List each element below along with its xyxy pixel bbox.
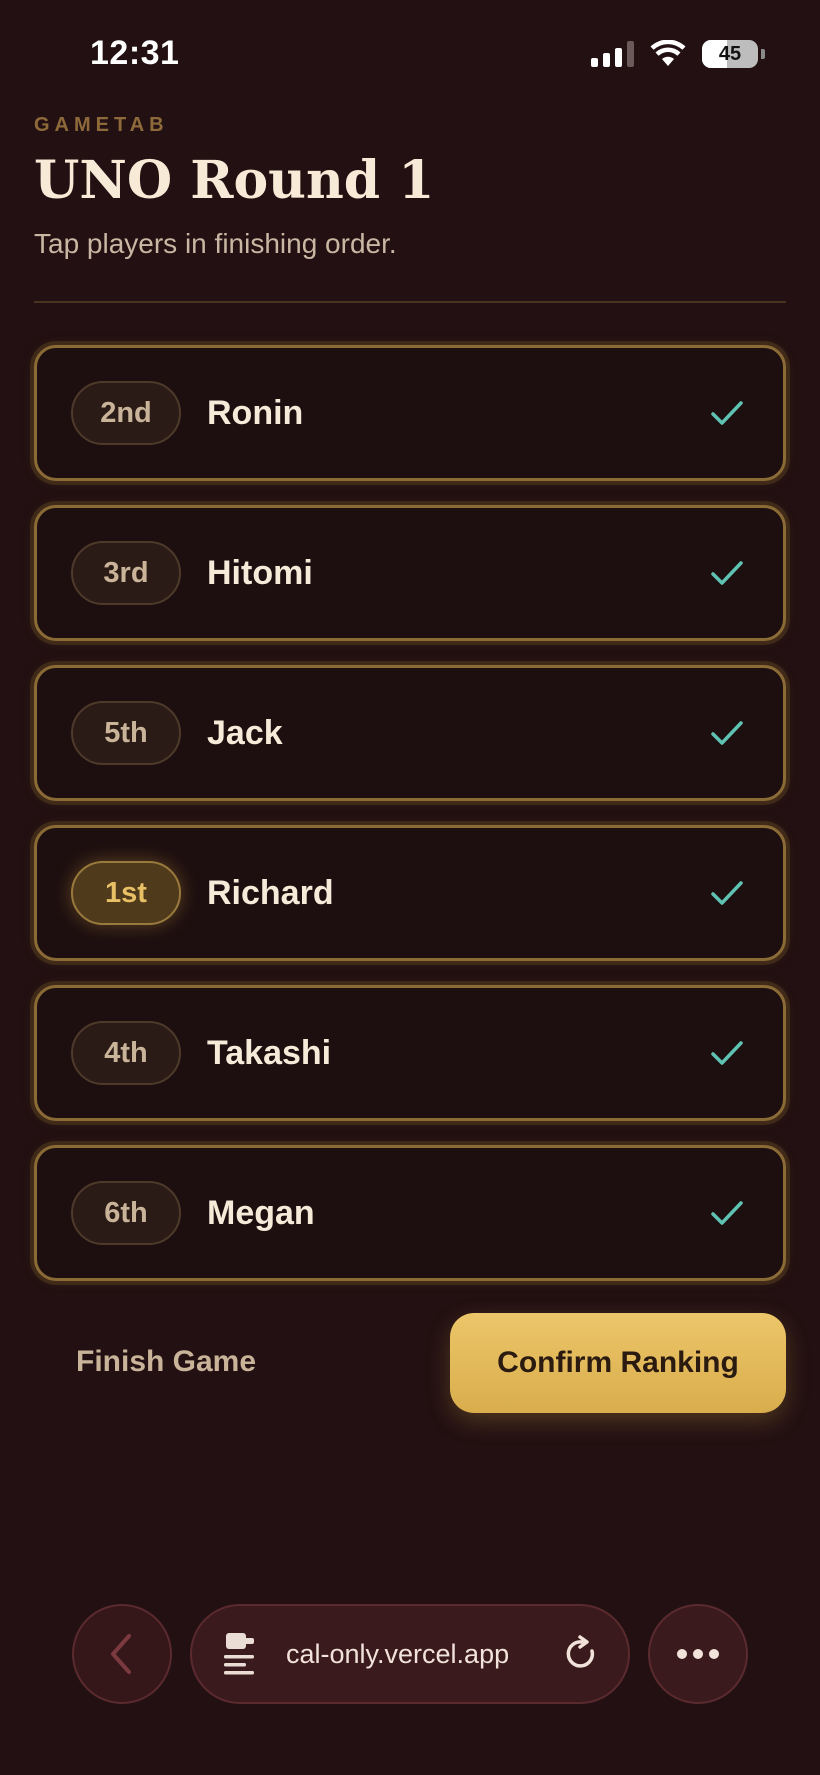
- battery-icon: 45: [702, 40, 765, 68]
- player-card-hitomi[interactable]: 3rd Hitomi: [34, 505, 786, 641]
- check-icon: [711, 1201, 743, 1225]
- player-name: Takashi: [207, 1033, 332, 1072]
- brand-label: GAMETAB: [34, 114, 169, 136]
- rank-badge: 4th: [71, 1021, 181, 1085]
- rank-badge: 3rd: [71, 541, 181, 605]
- player-name: Jack: [207, 713, 283, 752]
- header-divider: [34, 301, 786, 303]
- check-icon: [711, 881, 743, 905]
- check-icon: [711, 1041, 743, 1065]
- browser-more-button[interactable]: [648, 1604, 748, 1704]
- player-name: Ronin: [207, 393, 304, 432]
- rank-badge: 5th: [71, 701, 181, 765]
- rank-badge: 6th: [71, 1181, 181, 1245]
- status-time: 12:31: [90, 34, 180, 72]
- status-icons: 45: [591, 40, 765, 68]
- url-bar[interactable]: cal-only.vercel.app: [190, 1604, 630, 1704]
- page-subtitle: Tap players in finishing order.: [34, 228, 397, 259]
- player-list: 2nd Ronin 3rd Hitomi 5th Jack 1st Richar…: [34, 345, 786, 1281]
- rank-badge-first: 1st: [71, 861, 181, 925]
- signal-icon: [591, 41, 634, 67]
- app-screen: 12:31 45 GAMETAB UNO Round 1 Tap players…: [0, 0, 820, 1775]
- rank-badge: 2nd: [71, 381, 181, 445]
- reader-mode-icon[interactable]: [222, 1631, 262, 1677]
- player-name: Richard: [207, 873, 334, 912]
- check-icon: [711, 401, 743, 425]
- player-name: Hitomi: [207, 553, 313, 592]
- player-card-jack[interactable]: 5th Jack: [34, 665, 786, 801]
- status-bar: 12:31 45: [0, 0, 820, 110]
- player-card-richard[interactable]: 1st Richard: [34, 825, 786, 961]
- url-text: cal-only.vercel.app: [286, 1638, 510, 1669]
- finish-game-button[interactable]: Finish Game: [76, 1345, 256, 1379]
- more-icon: [677, 1649, 719, 1659]
- wifi-icon: [650, 40, 686, 66]
- player-card-takashi[interactable]: 4th Takashi: [34, 985, 786, 1121]
- browser-back-button[interactable]: [72, 1604, 172, 1704]
- player-card-megan[interactable]: 6th Megan: [34, 1145, 786, 1281]
- check-icon: [711, 721, 743, 745]
- battery-level: 45: [718, 42, 742, 65]
- page-title: UNO Round 1: [34, 150, 435, 211]
- player-card-ronin[interactable]: 2nd Ronin: [34, 345, 786, 481]
- confirm-ranking-button[interactable]: Confirm Ranking: [450, 1313, 786, 1413]
- check-icon: [711, 561, 743, 585]
- reload-icon[interactable]: [564, 1635, 600, 1673]
- chevron-left-icon: [111, 1634, 131, 1674]
- player-name: Megan: [207, 1193, 315, 1232]
